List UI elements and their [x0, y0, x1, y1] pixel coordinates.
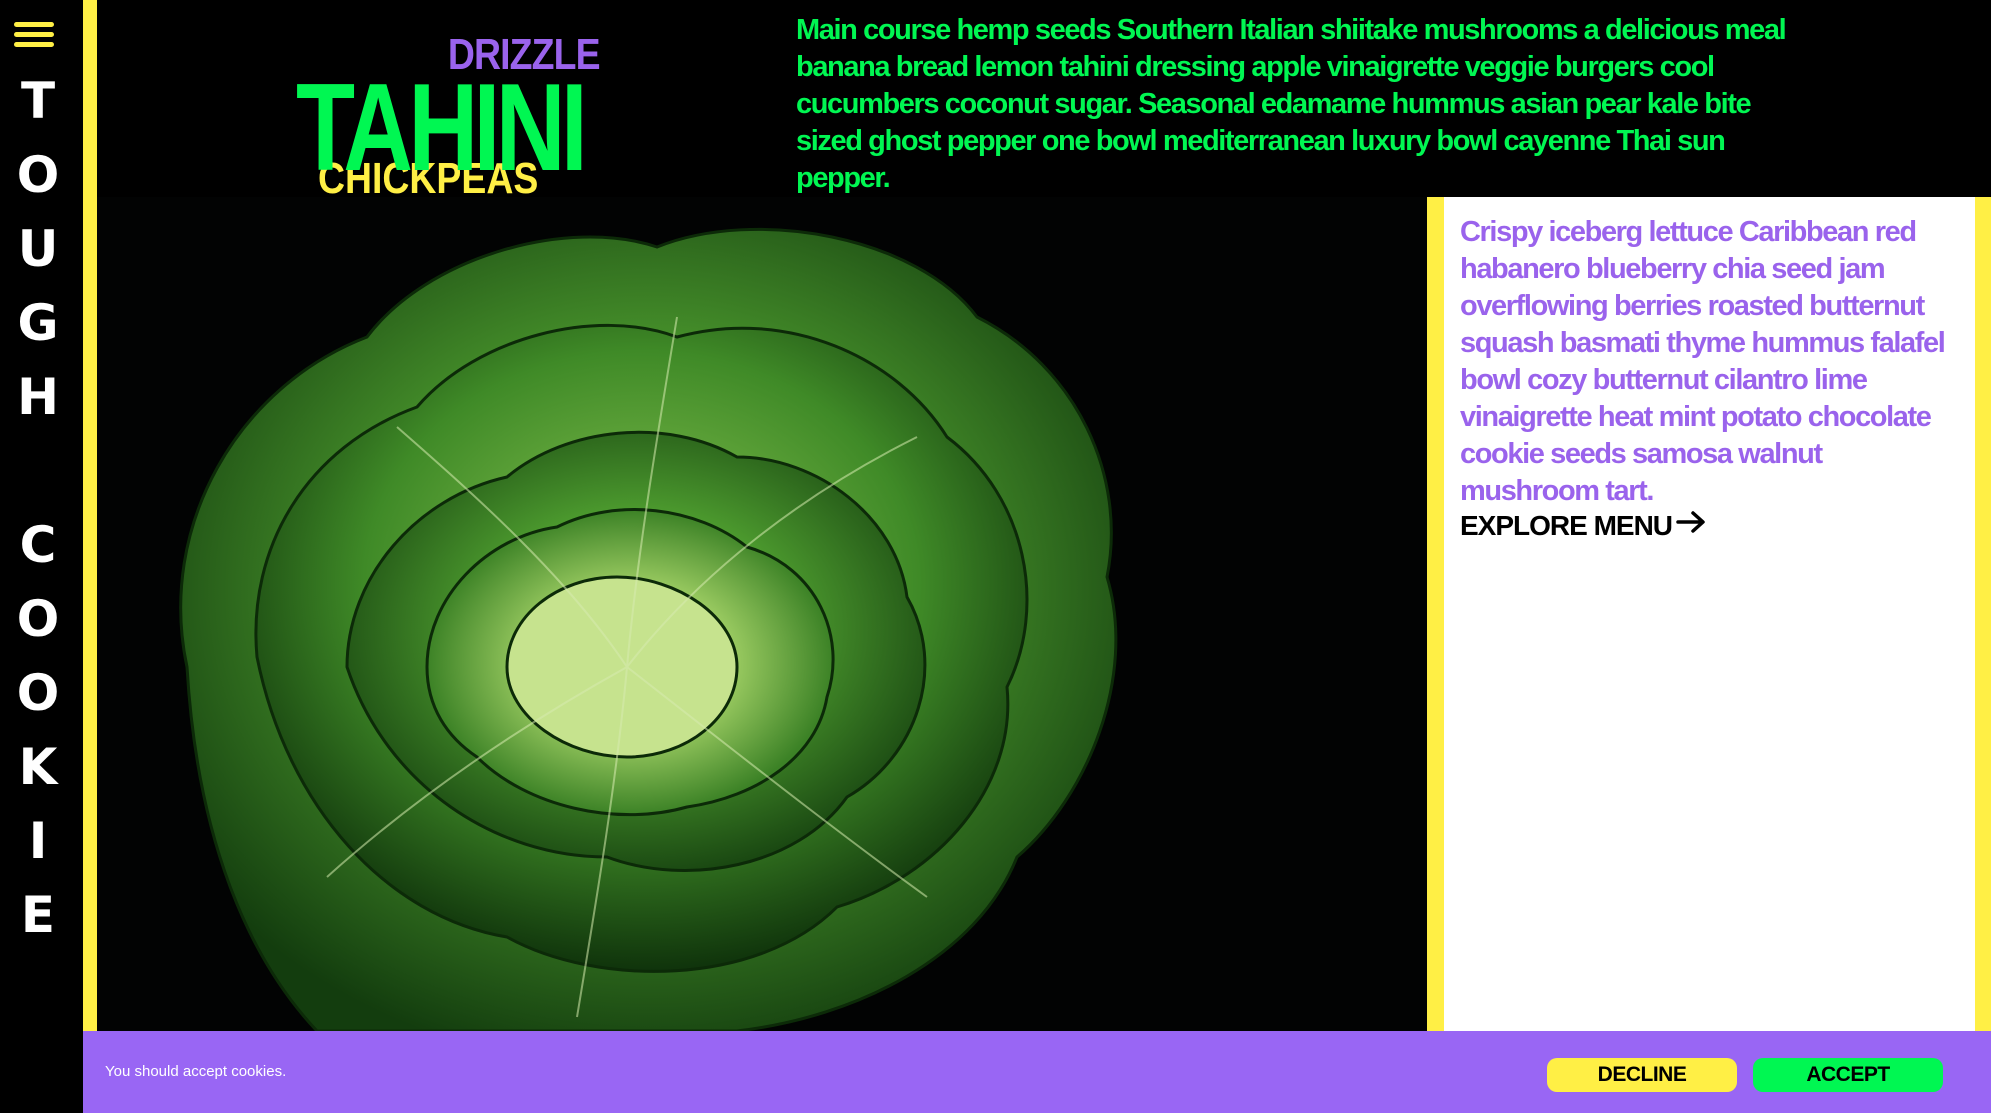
- brand-letter: O: [16, 590, 60, 648]
- brand-letter: G: [17, 294, 59, 352]
- side-panel: Crispy iceberg lettuce Caribbean red hab…: [1444, 197, 1975, 1031]
- panel-edge-stripe: [1975, 197, 1991, 1031]
- logo-word-tahini: TAHINI: [296, 59, 588, 197]
- brand-letter: [0, 434, 76, 508]
- brand-letter: T: [20, 72, 56, 130]
- arrow-right-icon: [1676, 509, 1706, 542]
- brand-letter: I: [28, 812, 48, 870]
- brand-letter: U: [17, 220, 59, 278]
- decline-button[interactable]: DECLINE: [1547, 1058, 1737, 1092]
- brand-letter: E: [20, 886, 56, 944]
- explore-menu-label: EXPLORE MENU: [1460, 509, 1673, 541]
- explore-menu-link[interactable]: EXPLORE MENU: [1460, 509, 1706, 542]
- brand-letter: K: [18, 738, 58, 796]
- brand-letter: C: [19, 516, 57, 574]
- intro-paragraph: Main course hemp seeds Southern Italian …: [796, 14, 1787, 194]
- panel-divider: [1427, 197, 1444, 1031]
- accept-button[interactable]: ACCEPT: [1753, 1058, 1943, 1092]
- side-paragraph: Crispy iceberg lettuce Caribbean red hab…: [1460, 216, 1946, 507]
- side-rail: T O U G H C O O K I E: [0, 0, 83, 1113]
- headline-logo: DRIZZLE CHICKPEAS TAHINI: [296, 30, 606, 203]
- cookie-banner: You should accept cookies. DECLINE ACCEP…: [83, 1031, 1991, 1113]
- brand-letter: H: [17, 368, 59, 426]
- brand-letter: O: [16, 146, 60, 204]
- cookie-message: You should accept cookies.: [105, 1063, 287, 1080]
- brand-letter: O: [16, 664, 60, 722]
- menu-icon[interactable]: [14, 22, 54, 52]
- brand-vertical-logo[interactable]: T O U G H C O O K I E: [0, 64, 76, 952]
- hero-lettuce-image: [97, 197, 1427, 1031]
- rail-divider: [83, 0, 97, 1113]
